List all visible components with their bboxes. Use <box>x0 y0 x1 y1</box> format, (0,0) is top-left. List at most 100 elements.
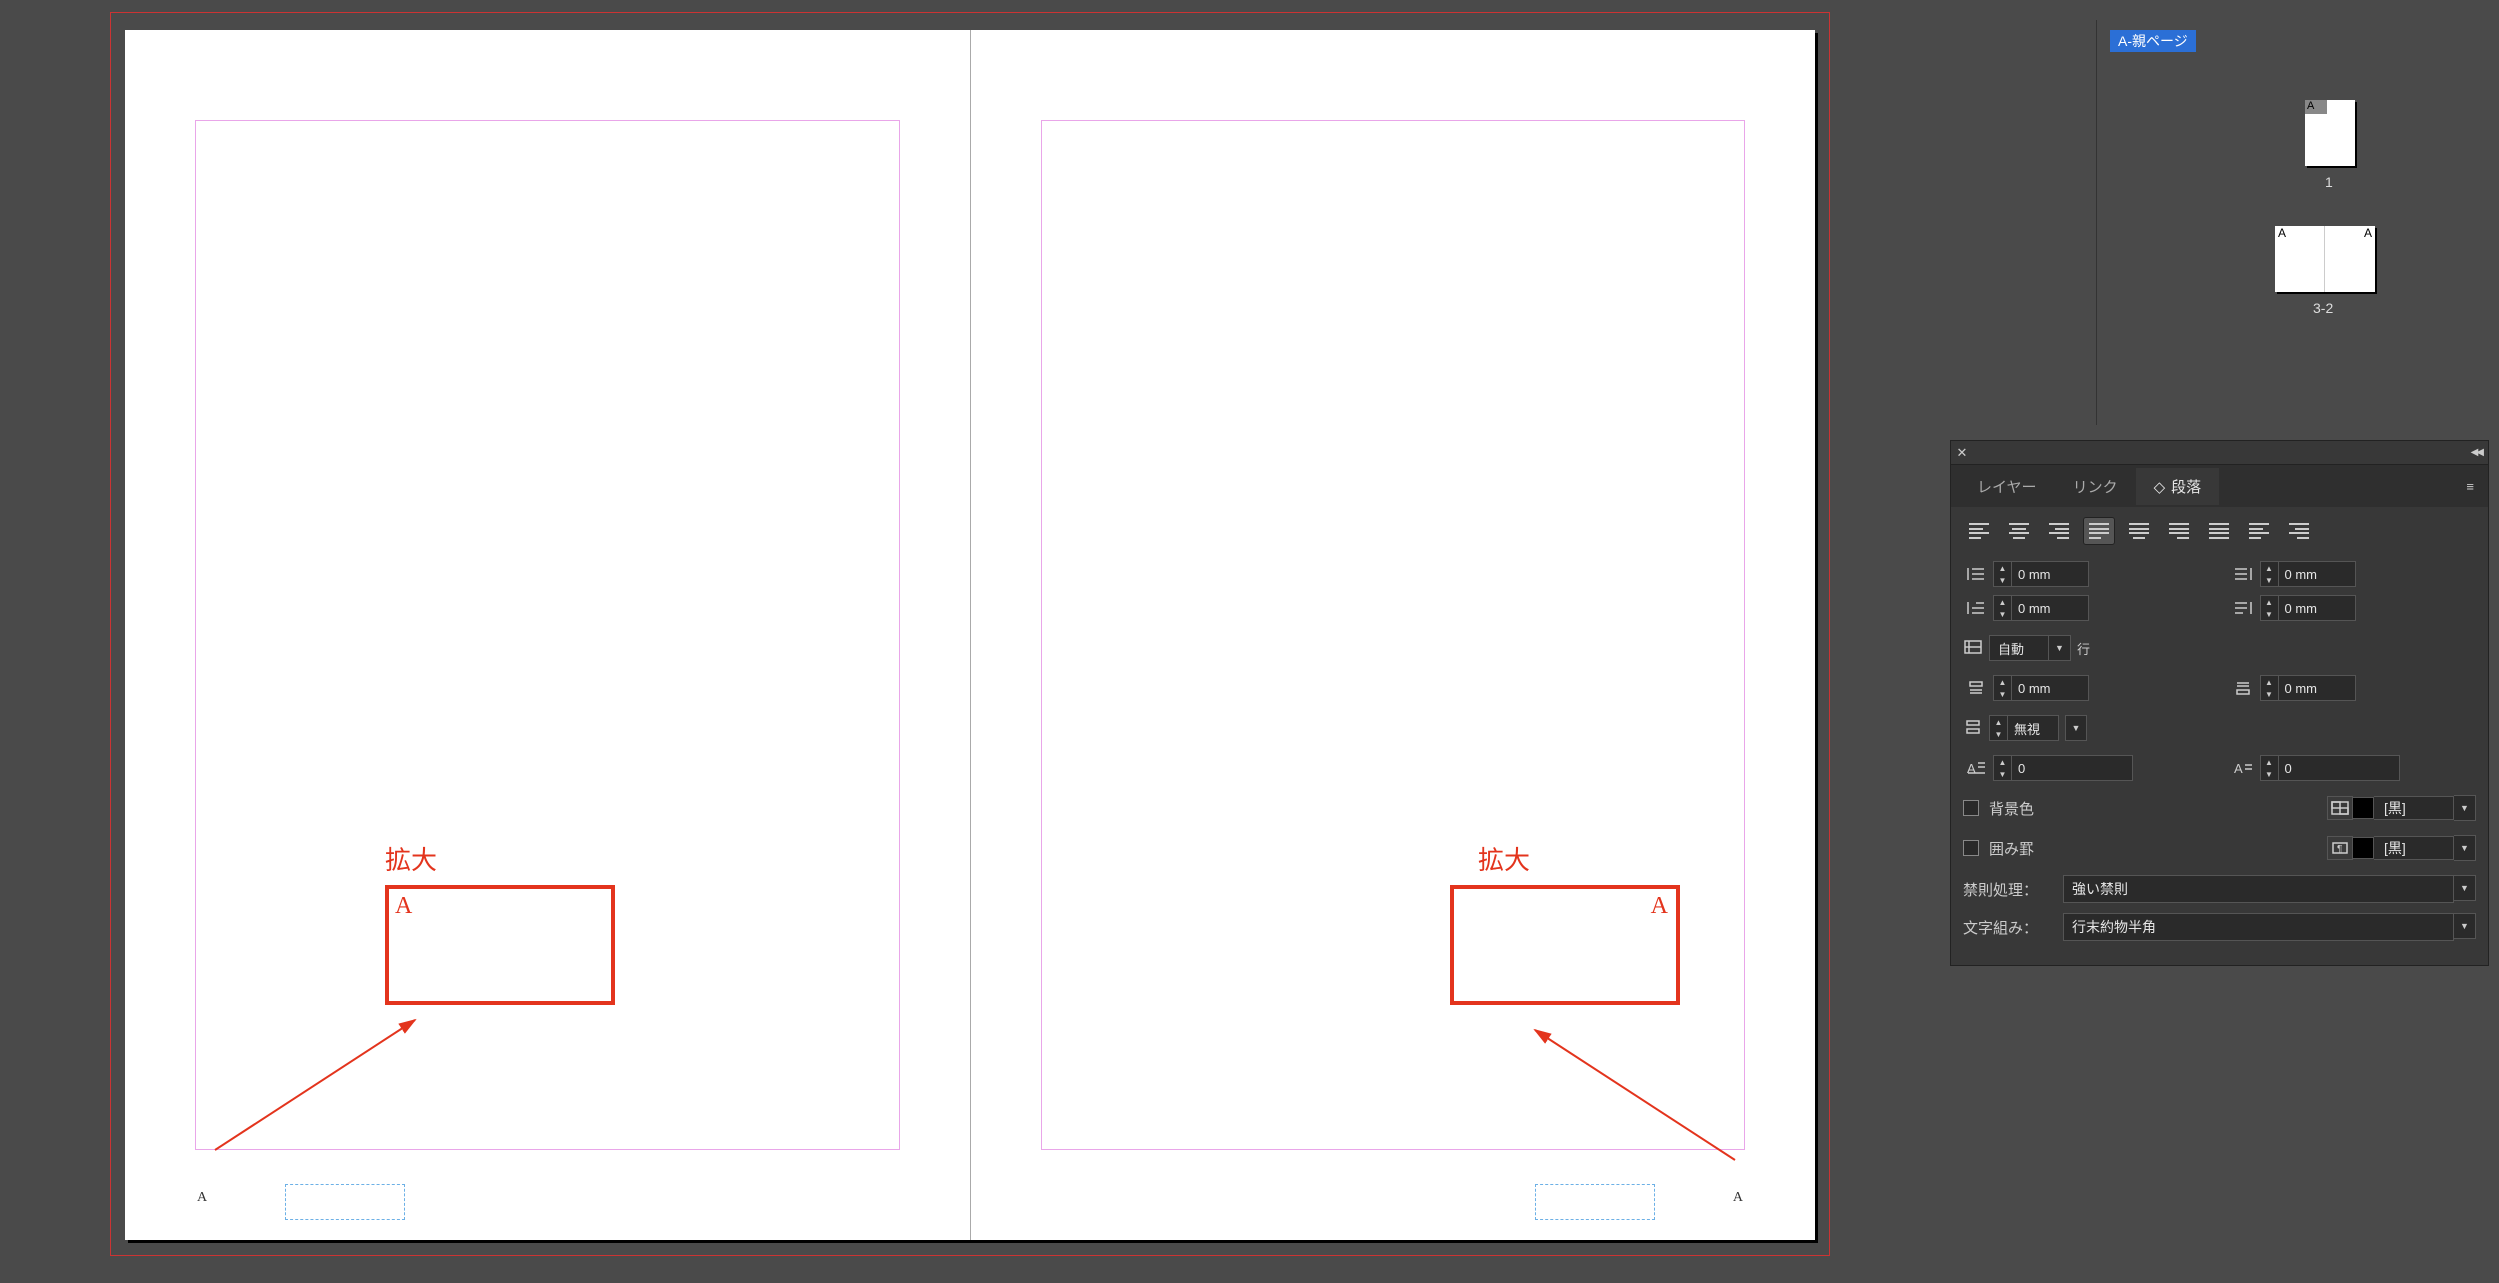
align-towards-spine-button[interactable] <box>2243 517 2275 545</box>
indent-left-stepper[interactable]: ▲▼ <box>1993 561 2089 587</box>
dropcap-lines-input[interactable] <box>2012 761 2132 776</box>
annotation-box-left: A <box>385 885 615 1005</box>
chevron-down-icon[interactable]: ▼ <box>2454 795 2476 821</box>
chevron-down-icon[interactable]: ▼ <box>2454 913 2476 939</box>
panel-header[interactable]: ✕ ◀◀ <box>1951 441 2488 465</box>
bg-color-row: 背景色 [黒] ▼ <box>1963 795 2476 821</box>
app-root: 拡大 A A 拡大 A <box>0 0 2499 1283</box>
tab-paragraph[interactable]: ◇段落 <box>2136 468 2220 505</box>
justify-right-button[interactable] <box>2163 517 2195 545</box>
auto-leading-row: ▼ 行 <box>1963 635 2476 661</box>
right-column: A-親ページ A 1 A A 3-2 ✕ ◀◀ レイヤー リンク ◇段落 ≡ <box>1940 0 2499 1283</box>
firstline-left-stepper[interactable]: ▲▼ <box>1993 595 2089 621</box>
lastline-right-icon <box>2230 597 2256 619</box>
diamond-icon: ◇ <box>2154 479 2166 496</box>
auto-leading-select[interactable]: ▼ <box>1989 635 2071 661</box>
pages-panel-divider <box>2096 20 2097 425</box>
canvas-area[interactable]: 拡大 A A 拡大 A <box>0 0 1940 1283</box>
space-after-stepper[interactable]: ▲▼ <box>2260 675 2356 701</box>
chevron-down-icon[interactable]: ▼ <box>2454 875 2476 901</box>
collapse-icon[interactable]: ◀◀ <box>2471 447 2482 458</box>
indent-right-input[interactable] <box>2279 567 2355 582</box>
dropcap-chars-icon: A <box>2230 757 2256 779</box>
align-away-spine-button[interactable] <box>2283 517 2315 545</box>
shading-icon <box>2327 796 2353 820</box>
dropcap-lines-icon: A <box>1963 757 1989 779</box>
pages-panel[interactable]: A-親ページ A 1 A A 3-2 <box>1940 0 2499 435</box>
ignore-row: ▲▼ ▼ <box>1963 715 2476 741</box>
chevron-down-icon[interactable]: ▼ <box>2454 835 2476 861</box>
page-left[interactable]: 拡大 A A <box>125 30 971 1240</box>
indent-grid: ▲▼ ▲▼ ▲▼ ▲▼ <box>1963 561 2476 621</box>
justify-left-button[interactable] <box>2083 517 2115 545</box>
justify-center-button[interactable] <box>2123 517 2155 545</box>
ignore-input[interactable] <box>2008 721 2058 736</box>
bg-color-label: 背景色 <box>1989 798 2059 819</box>
bg-color-checkbox[interactable] <box>1963 800 1979 816</box>
paragraph-panel[interactable]: ✕ ◀◀ レイヤー リンク ◇段落 ≡ <box>1950 440 2489 966</box>
border-checkbox[interactable] <box>1963 840 1979 856</box>
master-badge-icon: A <box>2305 100 2327 114</box>
dropcap-chars-stepper[interactable]: ▲▼ <box>2260 755 2400 781</box>
page-number-indicator-right: A <box>1733 1190 1743 1206</box>
page-right[interactable]: 拡大 A A <box>971 30 1816 1240</box>
swatch-chip[interactable] <box>2352 837 2374 859</box>
dropcap-chars-field: A ▲▼ <box>2230 755 2477 781</box>
space-before-stepper[interactable]: ▲▼ <box>1993 675 2089 701</box>
firstline-left-icon <box>1963 597 1989 619</box>
tab-layers[interactable]: レイヤー <box>1959 468 2055 505</box>
kinsoku-input[interactable] <box>2063 875 2454 903</box>
lastline-right-stepper[interactable]: ▲▼ <box>2260 595 2356 621</box>
align-center-button[interactable] <box>2003 517 2035 545</box>
mojikumi-input[interactable] <box>2063 913 2454 941</box>
border-row: 囲み罫 ¶ [黒] ▼ <box>1963 835 2476 861</box>
spacing-grid: ▲▼ ▲▼ <box>1963 675 2476 701</box>
svg-text:A: A <box>2234 761 2243 776</box>
page-thumb-right[interactable]: A <box>2325 226 2375 292</box>
spread[interactable]: 拡大 A A 拡大 A <box>125 30 1815 1240</box>
annotation-label-right: 拡大 <box>1478 840 1530 877</box>
page-text-frame-left[interactable] <box>285 1184 405 1220</box>
firstline-left-input[interactable] <box>2012 601 2088 616</box>
master-page-label[interactable]: A-親ページ <box>2110 30 2196 52</box>
chevron-down-icon[interactable]: ▼ <box>2065 715 2087 741</box>
lastline-right-input[interactable] <box>2279 601 2355 616</box>
space-after-input[interactable] <box>2279 681 2355 696</box>
page-thumb-left[interactable]: A <box>2275 226 2325 292</box>
indent-right-icon <box>2230 563 2256 585</box>
ignore-stepper[interactable]: ▲▼ <box>1989 715 2059 741</box>
chevron-down-icon[interactable]: ▼ <box>2049 635 2071 661</box>
space-after-field: ▲▼ <box>2230 675 2477 701</box>
tab-links[interactable]: リンク <box>2055 468 2136 505</box>
kinsoku-select[interactable]: ▼ <box>2063 875 2476 903</box>
align-left-button[interactable] <box>1963 517 1995 545</box>
indent-right-stepper[interactable]: ▲▼ <box>2260 561 2356 587</box>
bg-swatch-control[interactable]: [黒] ▼ <box>2327 795 2476 821</box>
indent-left-input[interactable] <box>2012 567 2088 582</box>
dropcap-chars-input[interactable] <box>2279 761 2399 776</box>
dropcap-lines-stepper[interactable]: ▲▼ <box>1993 755 2133 781</box>
border-swatch-name[interactable]: [黒] <box>2374 836 2454 860</box>
mojikumi-select[interactable]: ▼ <box>2063 913 2476 941</box>
close-icon[interactable]: ✕ <box>1951 445 1973 461</box>
border-icon: ¶ <box>2327 836 2353 860</box>
annotation-label-left: 拡大 <box>385 840 437 877</box>
bg-swatch-name[interactable]: [黒] <box>2374 796 2454 820</box>
page-thumb-1[interactable]: A <box>2305 100 2355 166</box>
align-right-button[interactable] <box>2043 517 2075 545</box>
space-before-icon <box>1963 677 1989 699</box>
svg-text:¶: ¶ <box>2337 844 2342 855</box>
page-thumb-spread[interactable]: A A <box>2275 226 2375 292</box>
justify-all-button[interactable] <box>2203 517 2235 545</box>
space-after-icon <box>2230 677 2256 699</box>
firstline-left-field: ▲▼ <box>1963 595 2210 621</box>
swatch-chip[interactable] <box>2352 797 2374 819</box>
border-swatch-control[interactable]: ¶ [黒] ▼ <box>2327 835 2476 861</box>
space-before-field: ▲▼ <box>1963 675 2210 701</box>
page-text-frame-right[interactable] <box>1535 1184 1655 1220</box>
panel-menu-icon[interactable]: ≡ <box>2452 471 2488 502</box>
panel-body: ▲▼ ▲▼ ▲▼ ▲▼ <box>1951 507 2488 965</box>
auto-leading-input[interactable] <box>1989 635 2049 661</box>
panel-tabs: レイヤー リンク ◇段落 ≡ <box>1951 465 2488 507</box>
space-before-input[interactable] <box>2012 681 2088 696</box>
